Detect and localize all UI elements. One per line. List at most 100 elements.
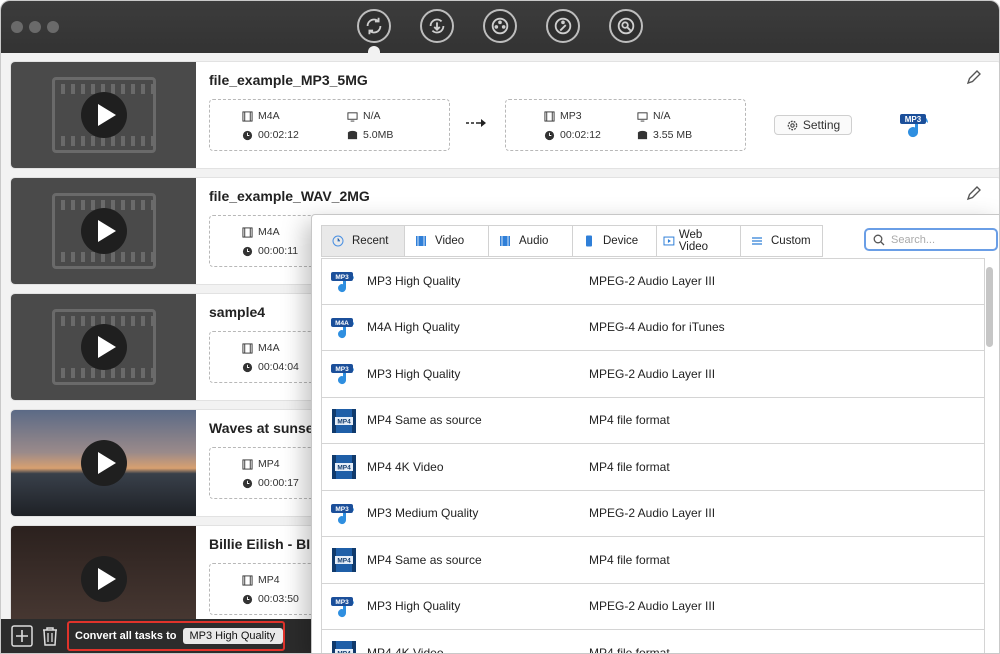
play-button[interactable] xyxy=(81,208,127,254)
format-badge-text: MP4 xyxy=(337,418,351,425)
audio-icon xyxy=(500,236,510,246)
play-button[interactable] xyxy=(81,92,127,138)
recent-icon xyxy=(332,235,344,247)
resolution-icon xyxy=(637,111,648,122)
tab-label: Web Video xyxy=(678,229,709,253)
zoom-window-button[interactable] xyxy=(47,21,59,33)
audio-format-icon: MP3 xyxy=(331,272,354,293)
edit-tab-button[interactable] xyxy=(546,9,580,43)
preset-description: MP4 file format xyxy=(589,413,670,428)
tab-label: Device xyxy=(603,235,639,247)
tab-web-video[interactable]: Web Video xyxy=(657,225,741,257)
scrollbar[interactable] xyxy=(986,259,994,653)
convert-arrow-icon xyxy=(466,119,486,127)
output-size: 3.55 MB xyxy=(653,129,693,141)
scroll-thumb[interactable] xyxy=(986,267,993,347)
preset-description: MP4 file format xyxy=(589,459,670,474)
duration-icon xyxy=(544,130,555,140)
task-title: sample4 xyxy=(209,304,266,320)
custom-icon xyxy=(752,237,762,245)
audio-format-icon: MP3 xyxy=(331,364,354,385)
preset-row[interactable]: M4A M4A High Quality MPEG-4 Audio for iTun… xyxy=(321,304,985,351)
video-thumbnail xyxy=(11,526,196,632)
toolbox-tab-icon xyxy=(617,17,635,35)
preset-name: MP3 High Quality xyxy=(367,274,461,289)
toolbar xyxy=(1,1,999,53)
convert-tab-button[interactable] xyxy=(357,9,391,43)
output-info-box: MP3 N/A 00:02:12 3.55 MB xyxy=(505,99,746,151)
preset-description: MP4 file format xyxy=(589,552,670,567)
tab-device[interactable]: Device xyxy=(573,225,657,257)
record-tab-button[interactable] xyxy=(483,9,517,43)
preset-row[interactable]: MP4 MP4 Same as source MP4 file format xyxy=(321,537,985,584)
source-size: 5.0MB xyxy=(363,129,394,141)
play-button[interactable] xyxy=(81,324,127,370)
output-duration: 00:02:12 xyxy=(560,129,601,141)
preset-row[interactable]: MP3 MP3 High Quality MPEG-2 Audio Layer II… xyxy=(321,583,985,630)
format-badge-text: MP3 xyxy=(335,366,349,373)
format-badge-text: MP4 xyxy=(337,465,351,472)
edit-pencil-icon[interactable] xyxy=(965,184,983,202)
tab-custom[interactable]: Custom xyxy=(741,225,823,257)
web-video-icon xyxy=(663,236,675,246)
toolbox-tab-button[interactable] xyxy=(609,9,643,43)
preset-description: MPEG-2 Audio Layer III xyxy=(589,599,716,614)
source-resolution: N/A xyxy=(363,110,381,122)
output-resolution: N/A xyxy=(653,110,671,122)
preset-row[interactable]: MP3 MP3 Medium Quality MPEG-2 Audio Layer … xyxy=(321,490,985,537)
play-button[interactable] xyxy=(81,440,127,486)
edit-pencil-icon[interactable] xyxy=(965,68,983,86)
tab-audio[interactable]: Audio xyxy=(489,225,573,257)
output-badge-text: MP3 xyxy=(905,115,922,124)
setting-button[interactable]: Setting xyxy=(774,115,852,135)
close-window-button[interactable] xyxy=(11,21,23,33)
audio-format-icon: M4A xyxy=(331,317,354,338)
task-title: Waves at sunset xyxy=(209,420,319,436)
task-item[interactable]: file_example_MP3_5MG M4A N/A 00:02:12 5.… xyxy=(11,62,999,168)
search-input[interactable]: Search... xyxy=(864,228,998,251)
audio-format-icon: MP3 xyxy=(331,503,354,524)
convert-all-label: Convert all tasks to xyxy=(75,630,177,642)
task-title: file_example_WAV_2MG xyxy=(209,188,370,204)
active-tab-indicator xyxy=(368,46,380,54)
tab-video[interactable]: Video xyxy=(405,225,489,257)
record-tab-icon xyxy=(491,17,509,35)
preset-name: MP4 Same as source xyxy=(367,552,482,567)
video-thumbnail xyxy=(11,62,196,168)
source-duration: 00:00:11 xyxy=(258,245,299,257)
add-file-icon[interactable] xyxy=(11,625,33,647)
convert-all-control: Convert all tasks to MP3 High Quality xyxy=(67,621,285,651)
play-button[interactable] xyxy=(81,556,127,602)
format-icon xyxy=(242,574,253,586)
preset-name: MP4 Same as source xyxy=(367,413,482,428)
format-badge-text: MP4 xyxy=(337,651,351,654)
preset-row[interactable]: MP3 MP3 High Quality MPEG-2 Audio Layer II… xyxy=(321,258,985,305)
trash-icon[interactable] xyxy=(39,625,61,647)
format-badge-text: MP4 xyxy=(337,558,351,565)
convert-all-select[interactable]: MP3 High Quality xyxy=(183,628,283,644)
preset-name: MP3 High Quality xyxy=(367,599,461,614)
source-duration: 00:03:50 xyxy=(258,593,299,605)
preset-name: M4A High Quality xyxy=(367,320,460,335)
output-format-badge-icon[interactable]: MP3 xyxy=(898,110,934,140)
video-icon xyxy=(416,236,426,246)
video-thumbnail xyxy=(11,178,196,284)
download-tab-button[interactable] xyxy=(420,9,454,43)
file-size-icon xyxy=(347,130,358,139)
minimize-window-button[interactable] xyxy=(29,21,41,33)
video-format-icon: MP4 xyxy=(332,455,356,479)
tab-recent[interactable]: Recent xyxy=(321,225,405,257)
task-title: Billie Eilish - BIR xyxy=(209,536,321,552)
source-duration: 00:02:12 xyxy=(258,129,299,141)
source-info-box: M4A N/A 00:02:12 5.0MB xyxy=(209,99,450,151)
format-badge-text: M4A xyxy=(335,320,349,327)
duration-icon xyxy=(242,594,253,604)
preset-row[interactable]: MP4 MP4 4K Video MP4 file format xyxy=(321,444,985,491)
preset-row[interactable]: MP4 MP4 4K Video MP4 file format xyxy=(321,630,985,654)
preset-row[interactable]: MP4 MP4 Same as source MP4 file format xyxy=(321,397,985,444)
tab-label: Video xyxy=(435,235,465,247)
gear-icon xyxy=(787,120,798,130)
preset-row[interactable]: MP3 MP3 High Quality MPEG-2 Audio Layer II… xyxy=(321,351,985,398)
video-format-icon: MP4 xyxy=(332,641,356,654)
format-icon xyxy=(242,342,253,354)
